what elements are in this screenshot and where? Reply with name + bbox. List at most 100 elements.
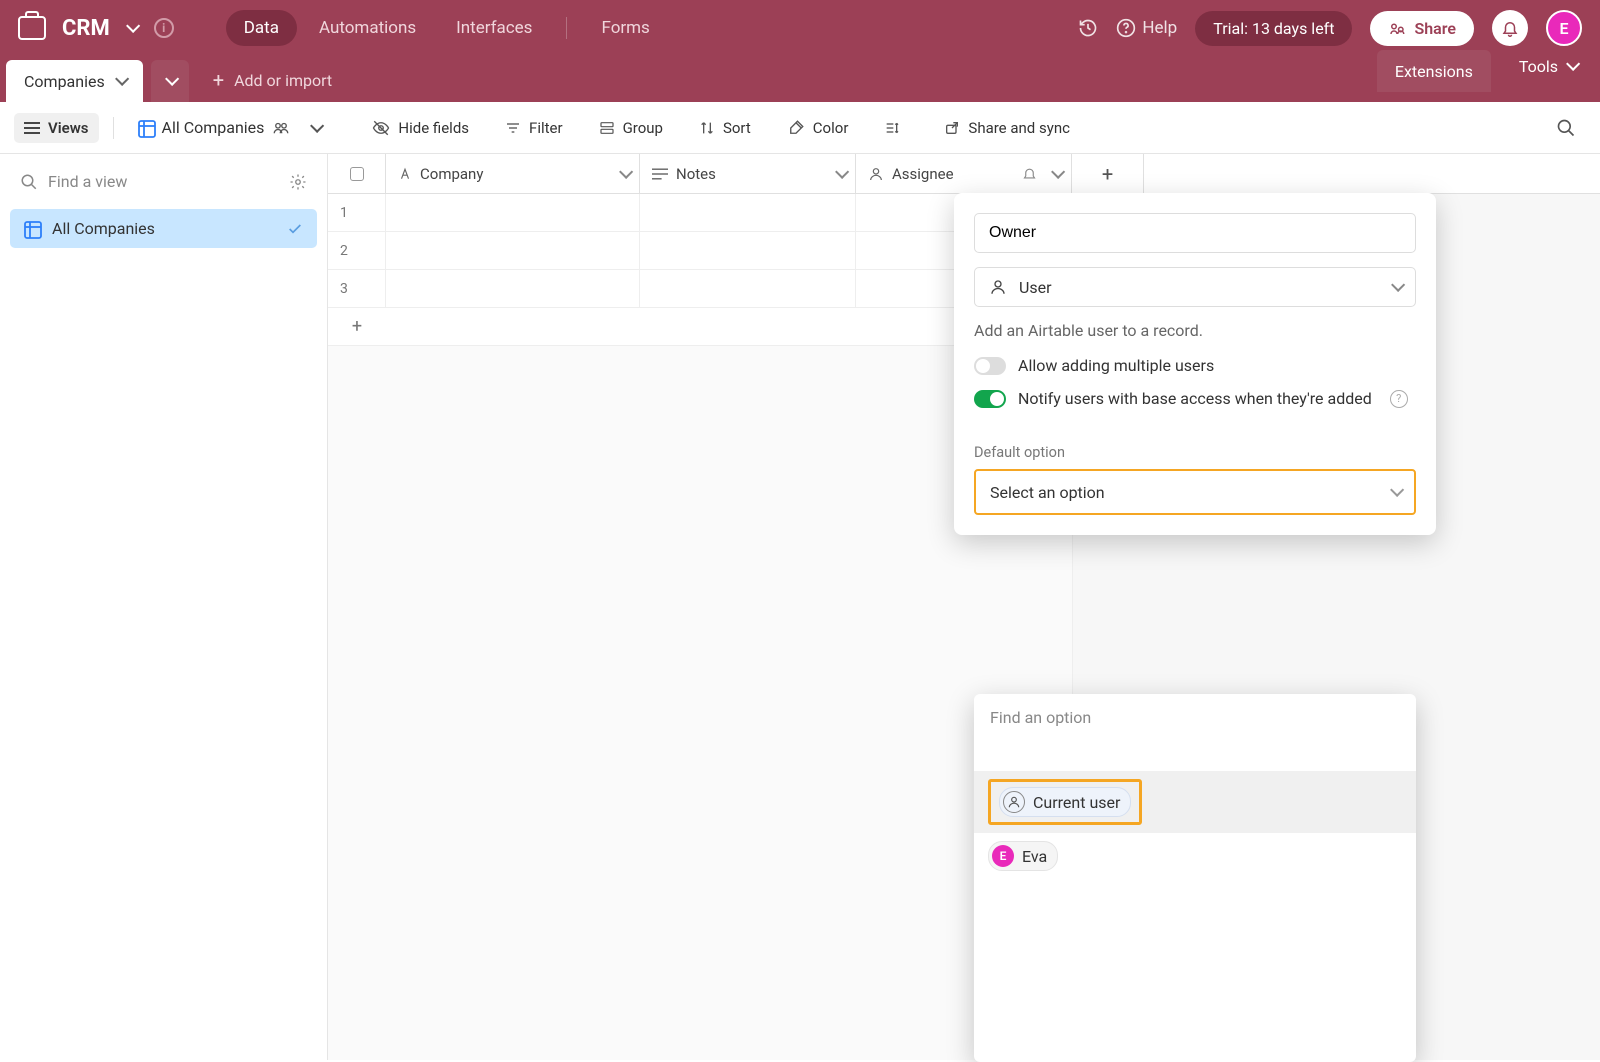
tools-button[interactable]: Tools xyxy=(1507,57,1588,86)
notify-toggle[interactable] xyxy=(974,390,1006,408)
field-name-input[interactable] xyxy=(974,213,1416,253)
chevron-down-icon[interactable] xyxy=(619,164,633,178)
column-header-notes[interactable]: Notes xyxy=(640,154,856,193)
chevron-down-icon[interactable] xyxy=(126,19,140,33)
select-all-checkbox[interactable] xyxy=(328,154,386,193)
chevron-down-icon[interactable] xyxy=(115,72,129,86)
help-label: Help xyxy=(1142,18,1177,38)
grid-icon xyxy=(138,120,154,136)
color-button[interactable]: Color xyxy=(777,113,859,143)
column-header-company[interactable]: Company xyxy=(386,154,640,193)
top-bar: CRM i Data Automations Interfaces Forms … xyxy=(0,0,1600,56)
gear-icon[interactable] xyxy=(289,173,307,191)
allow-multiple-label: Allow adding multiple users xyxy=(1018,356,1214,375)
long-text-icon xyxy=(652,167,668,181)
field-type-description: Add an Airtable user to a record. xyxy=(974,321,1416,340)
default-option-label: Default option xyxy=(974,444,1416,461)
table-tabs-dropdown[interactable] xyxy=(151,60,189,102)
chevron-down-icon xyxy=(1391,278,1405,292)
group-button[interactable]: Group xyxy=(589,113,673,143)
user-icon xyxy=(1003,791,1025,813)
plus-icon: + xyxy=(328,316,386,337)
briefcase-icon xyxy=(18,16,46,40)
top-right: Help Trial: 13 days left Share E xyxy=(1078,10,1582,46)
nav-tab-interfaces[interactable]: Interfaces xyxy=(438,10,550,46)
allow-multiple-row: Allow adding multiple users xyxy=(974,356,1416,375)
notify-label: Notify users with base access when they'… xyxy=(1018,389,1372,408)
grid-area: Company Notes Assignee + 1 xyxy=(328,154,1600,1060)
hide-fields-button[interactable]: Hide fields xyxy=(362,113,479,143)
plus-icon: + xyxy=(213,68,224,92)
option-user-eva[interactable]: E Eva xyxy=(974,833,1416,879)
nav-tab-automations[interactable]: Automations xyxy=(301,10,434,46)
row-number: 1 xyxy=(328,194,386,231)
separator xyxy=(113,117,114,139)
search-button[interactable] xyxy=(1546,112,1586,144)
sort-button[interactable]: Sort xyxy=(689,113,761,143)
second-bar-right: Extensions Tools xyxy=(1377,50,1588,102)
nav-tab-forms[interactable]: Forms xyxy=(583,10,667,46)
avatar[interactable]: E xyxy=(1546,10,1582,46)
user-icon xyxy=(989,278,1007,296)
chevron-down-icon[interactable] xyxy=(1051,164,1065,178)
chevron-down-icon xyxy=(1390,483,1404,497)
grid-header: Company Notes Assignee + xyxy=(328,154,1600,194)
sidebar-view-all-companies[interactable]: All Companies xyxy=(10,209,317,248)
notification-icon[interactable] xyxy=(1022,166,1037,181)
history-icon[interactable] xyxy=(1078,18,1098,38)
chevron-down-icon xyxy=(1566,57,1580,71)
chevron-down-icon xyxy=(165,72,179,86)
row-number: 3 xyxy=(328,270,386,307)
cell[interactable] xyxy=(386,194,640,231)
cell[interactable] xyxy=(640,270,856,307)
check-icon xyxy=(287,221,303,237)
view-toolbar: Views All Companies Hide fields Filter G… xyxy=(0,102,1600,154)
search-icon xyxy=(20,173,38,191)
column-header-assignee[interactable]: Assignee xyxy=(856,154,1072,193)
text-icon xyxy=(398,167,412,181)
user-icon xyxy=(868,166,884,182)
allow-multiple-toggle[interactable] xyxy=(974,357,1006,375)
info-icon[interactable]: i xyxy=(154,18,174,38)
cell[interactable] xyxy=(386,232,640,269)
avatar: E xyxy=(992,845,1014,867)
table-tab-companies[interactable]: Companies xyxy=(6,60,143,102)
share-sync-button[interactable]: Share and sync xyxy=(934,113,1080,143)
top-left: CRM i Data Automations Interfaces Forms xyxy=(18,10,668,46)
field-config-popover: User Add an Airtable user to a record. A… xyxy=(954,193,1436,535)
row-height-button[interactable] xyxy=(874,114,910,142)
cell[interactable] xyxy=(640,232,856,269)
share-button[interactable]: Share xyxy=(1370,11,1474,46)
help-icon[interactable]: ? xyxy=(1390,390,1408,408)
trial-pill[interactable]: Trial: 13 days left xyxy=(1195,11,1352,46)
find-view-input[interactable]: Find a view xyxy=(10,164,317,199)
option-current-user[interactable]: Current user xyxy=(974,771,1416,833)
main: Find a view All Companies Company xyxy=(0,154,1600,1060)
option-search-input[interactable]: Find an option xyxy=(974,694,1416,741)
app-name[interactable]: CRM xyxy=(62,16,110,41)
nav-separator xyxy=(566,17,567,39)
collaborators-icon xyxy=(272,119,290,137)
views-button[interactable]: Views xyxy=(14,113,99,143)
table-tabs-bar: Companies + Add or import Extensions Too… xyxy=(0,56,1600,102)
chevron-down-icon[interactable] xyxy=(835,164,849,178)
highlight-outline: Current user xyxy=(988,779,1142,825)
notifications-button[interactable] xyxy=(1492,10,1528,46)
help-button[interactable]: Help xyxy=(1116,18,1177,38)
cell[interactable] xyxy=(386,270,640,307)
notify-row: Notify users with base access when they'… xyxy=(974,389,1416,408)
filter-button[interactable]: Filter xyxy=(495,113,573,143)
chevron-down-icon[interactable] xyxy=(310,118,324,132)
row-number: 2 xyxy=(328,232,386,269)
add-or-import-button[interactable]: + Add or import xyxy=(213,68,332,102)
current-view-button[interactable]: All Companies xyxy=(128,112,331,143)
default-option-select[interactable]: Select an option xyxy=(974,469,1416,515)
view-sidebar: Find a view All Companies xyxy=(0,154,328,1060)
extensions-button[interactable]: Extensions xyxy=(1377,50,1491,92)
grid-icon xyxy=(24,221,40,237)
field-type-select[interactable]: User xyxy=(974,267,1416,307)
cell[interactable] xyxy=(640,194,856,231)
add-field-button[interactable]: + xyxy=(1072,154,1144,193)
nav-tabs: Data Automations Interfaces Forms xyxy=(226,10,668,46)
nav-tab-data[interactable]: Data xyxy=(226,10,297,46)
